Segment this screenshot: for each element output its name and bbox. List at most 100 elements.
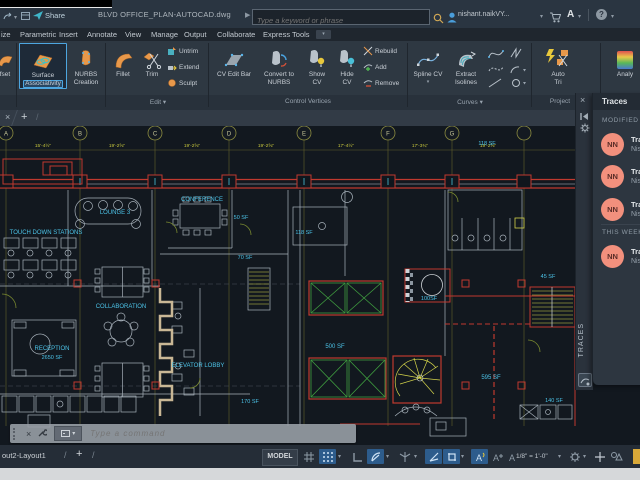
command-input[interactable] [82, 428, 356, 439]
tab-view[interactable]: View [125, 30, 141, 39]
dimension-label: 17'-3¾" [412, 143, 429, 149]
grid-display-toggle[interactable] [300, 449, 317, 464]
trace-list-item[interactable]: NN Trace Nishant [593, 165, 640, 195]
trace-title: Trace [631, 167, 640, 176]
command-customize-icon[interactable] [37, 428, 47, 440]
new-layout-button[interactable]: + [76, 448, 82, 460]
floor-plan-canvas[interactable]: A B C D E F G 15'-4½" 19'-2⅝" 19'-2⅝" 19… [0, 126, 640, 445]
username-menu[interactable]: nishant.naikVY... [458, 11, 510, 18]
isometric-caret-icon[interactable]: ▾ [414, 453, 417, 460]
convert-to-nurbs-icon [268, 43, 290, 69]
trace-list-item[interactable]: NN Trace Nishant [593, 133, 640, 163]
tab-parametric[interactable]: Parametric [20, 30, 56, 39]
customization-gear-icon[interactable] [566, 449, 583, 464]
rebuild-button[interactable]: Rebuild [363, 43, 399, 59]
layout-tab[interactable]: out2-Layout1 [2, 451, 46, 460]
show-cv-button[interactable]: Show CV [303, 43, 331, 86]
status-bar: out2-Layout1 / + / MODEL ▾ ▾ ▾ ▾ A A A 1… [0, 445, 640, 468]
drawing-area[interactable]: A B C D E F G 15'-4½" 19'-2⅝" 19'-2⅝" 19… [0, 126, 640, 445]
analyze-button[interactable]: Analy [610, 43, 640, 79]
untrim-button[interactable]: Untrim [167, 43, 199, 59]
remove-icon [363, 78, 373, 88]
ortho-mode-toggle[interactable] [349, 449, 366, 464]
annotation-visibility-toggle[interactable]: A [471, 449, 488, 464]
snap-mode-toggle[interactable] [319, 449, 336, 464]
model-space-button[interactable]: MODEL [262, 449, 298, 466]
tab-clipped[interactable]: ize [1, 30, 11, 39]
grid-bubble-label: G [450, 131, 455, 137]
polar-tracking-toggle[interactable] [367, 449, 384, 464]
user-avatar-icon[interactable] [447, 10, 457, 28]
sculpt-button[interactable]: Sculpt [167, 75, 199, 91]
room-label: RECEPTION [34, 346, 69, 352]
tab-output[interactable]: Output [184, 30, 207, 39]
store-cart-icon[interactable] [549, 10, 561, 28]
quick-access-arrow-icon[interactable] [3, 12, 13, 22]
autodesk-app-icon[interactable]: A [567, 9, 574, 20]
hide-cv-button[interactable]: Hide CV [333, 43, 361, 86]
share-button[interactable]: Share [45, 11, 65, 20]
isolate-objects-toggle[interactable] [608, 449, 625, 464]
scale-caret-icon[interactable]: ▾ [558, 453, 561, 460]
traces-vertical-tab[interactable]: TRACES [578, 323, 585, 357]
tab-insert[interactable]: Insert [59, 30, 78, 39]
trace-list-item[interactable]: NN Trace Nishant [593, 245, 640, 275]
nurbs-creation-button[interactable]: NURBS Creation [68, 43, 104, 86]
offset-button[interactable]: fset [0, 43, 16, 79]
share-icon[interactable] [33, 11, 44, 23]
tab-manage[interactable]: Manage [151, 30, 178, 39]
auto-trim-button[interactable]: Auto Tri [541, 43, 575, 86]
extend-button[interactable]: Extend [167, 59, 199, 75]
search-icon[interactable] [433, 11, 444, 29]
new-drawing-button[interactable]: + [21, 111, 27, 123]
panel-settings-gear-icon[interactable] [580, 120, 590, 138]
hide-cv-icon [337, 43, 357, 69]
expand-arrow-icon[interactable]: ▶ [245, 11, 250, 19]
tab-collaborate[interactable]: Collaborate [217, 30, 255, 39]
search-box[interactable] [252, 9, 430, 25]
snap-caret-icon[interactable]: ▾ [338, 453, 341, 460]
quick-access-caret-icon[interactable]: ▾ [14, 14, 17, 21]
object-snap-tracking-toggle[interactable] [425, 449, 442, 464]
cv-edit-bar-button[interactable]: CV Edit Bar [212, 43, 256, 79]
edit-panel-label[interactable]: Edit ▾ [150, 98, 166, 106]
trim-button[interactable]: Trim [139, 43, 165, 79]
extract-isolines-button[interactable]: Extract Isolines [448, 43, 484, 86]
control-vertices-panel-label: Control Vertices [285, 98, 331, 105]
command-bar-drag-handle[interactable] [13, 428, 20, 440]
tray-plus-icon[interactable] [591, 449, 608, 464]
convert-to-nurbs-button[interactable]: Convert to NURBS [258, 43, 300, 86]
fillet-icon [113, 43, 133, 69]
command-close-icon[interactable]: × [26, 429, 31, 439]
room-label: 45 SF [541, 274, 556, 280]
fillet-button[interactable]: Fillet [109, 43, 137, 79]
ribbon-display-toggle[interactable]: ▾ [316, 30, 331, 39]
search-input[interactable] [253, 14, 437, 28]
annotation-scale-value[interactable]: 1/8" = 1'-0" [516, 453, 548, 460]
command-bar[interactable]: × ▾ [10, 424, 356, 443]
tab-annotate[interactable]: Annotate [87, 30, 117, 39]
spline-cv-button[interactable]: Spline CV▾ [410, 43, 446, 86]
username-caret-icon[interactable]: ▾ [540, 13, 543, 20]
recent-commands-button[interactable]: ▾ [54, 426, 82, 441]
osnap-caret-icon[interactable]: ▾ [461, 453, 464, 460]
close-panel-icon[interactable]: × [580, 95, 585, 105]
polar-caret-icon[interactable]: ▾ [386, 453, 389, 460]
help-caret-icon[interactable]: ▾ [611, 13, 614, 20]
isometric-drafting-toggle[interactable] [396, 449, 413, 464]
add-cv-button[interactable]: Add [363, 59, 399, 75]
traces-tool-icon[interactable] [578, 373, 592, 387]
help-icon[interactable]: ? [596, 9, 607, 20]
app-caret-icon[interactable]: ▾ [578, 13, 581, 20]
clipped-tray-icon[interactable] [633, 449, 640, 464]
close-drawing-icon[interactable]: × [5, 112, 10, 122]
workspace-icon[interactable] [21, 12, 30, 22]
auto-trim-icon [545, 43, 571, 69]
remove-cv-button[interactable]: Remove [363, 75, 399, 91]
trace-author: Nishant [631, 258, 640, 265]
object-snap-toggle[interactable] [443, 449, 460, 464]
curves-panel-label[interactable]: Curves ▾ [457, 98, 483, 106]
gear-caret-icon[interactable]: ▾ [583, 453, 586, 460]
tab-express-tools[interactable]: Express Tools [263, 30, 310, 39]
surface-associativity-button[interactable]: Surface Associativity [19, 43, 67, 89]
